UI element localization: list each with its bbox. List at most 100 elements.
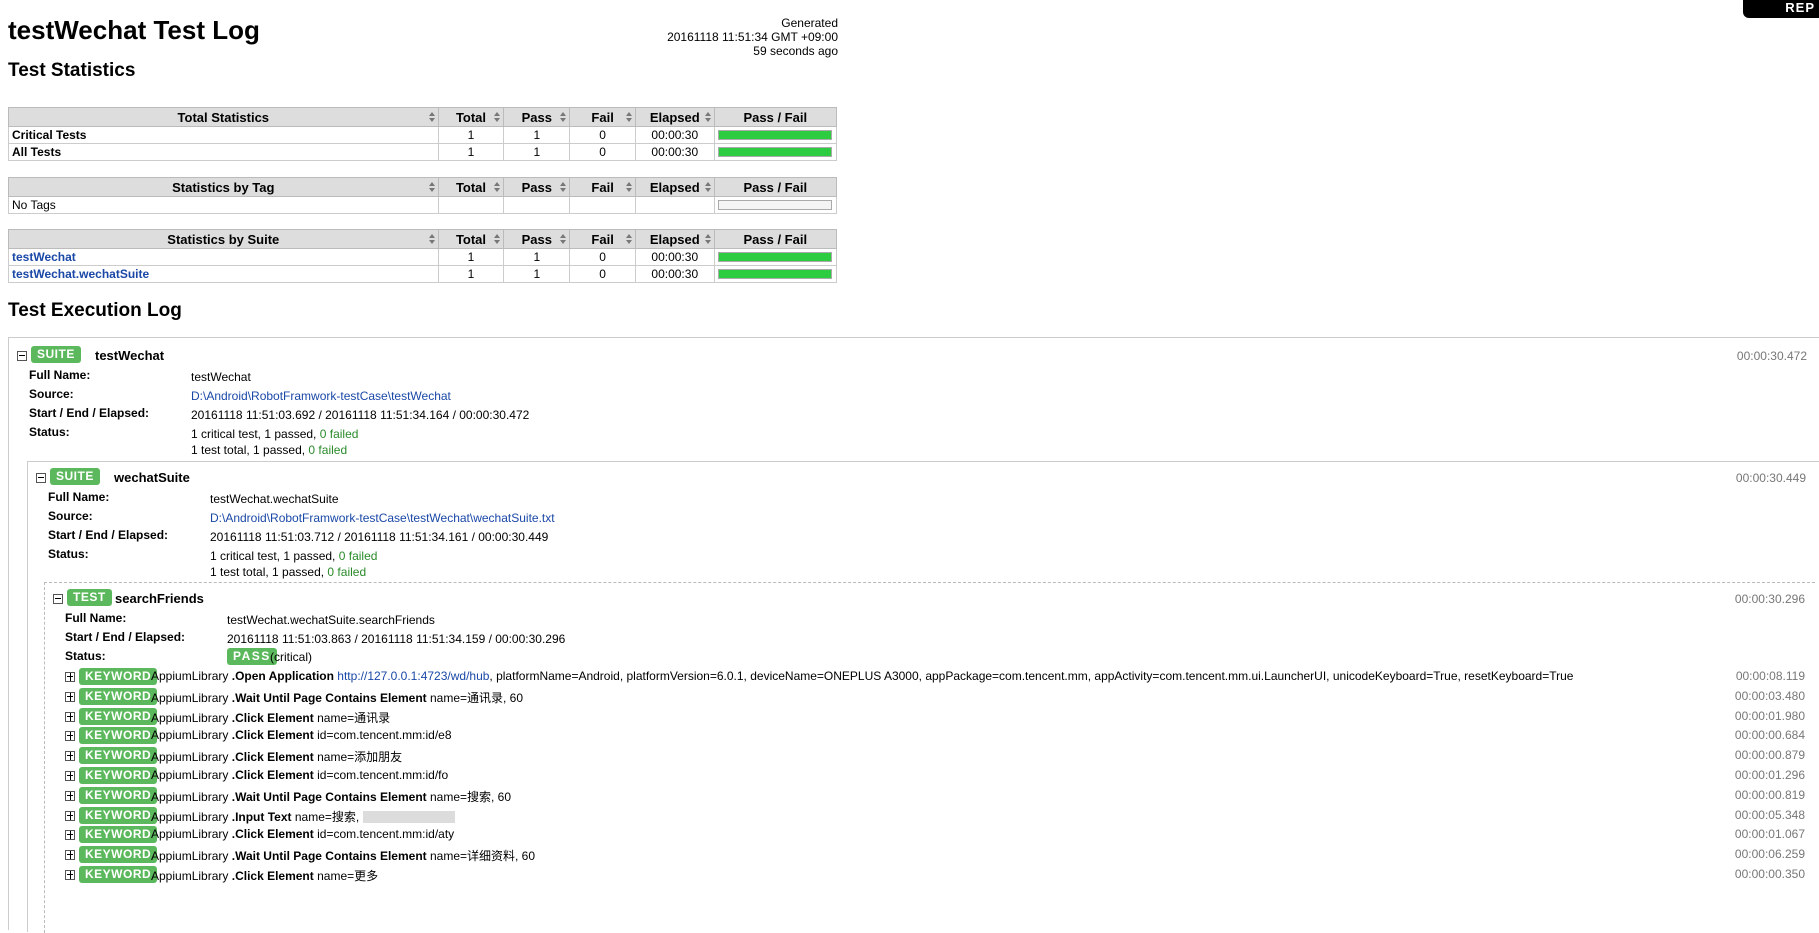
- meta-key-status: Status:: [65, 649, 106, 663]
- suite-source-link[interactable]: D:\Android\RobotFramwork-testCase\testWe…: [210, 511, 555, 525]
- column-header-elapsed[interactable]: Elapsed: [635, 177, 715, 197]
- stats-cell-pass: 1: [503, 265, 571, 283]
- keyword-row[interactable]: KEYWORD AppiumLibrary .Click Element id=c…: [65, 825, 1805, 845]
- expand-icon[interactable]: [65, 870, 75, 880]
- expand-icon[interactable]: [65, 810, 75, 821]
- meta-key-times: Start / End / Elapsed:: [65, 630, 186, 644]
- suite-stat-link[interactable]: testWechat: [12, 250, 76, 264]
- keyword-row[interactable]: KEYWORD AppiumLibrary .Click Element name…: [65, 707, 1805, 727]
- keyword-row[interactable]: KEYWORD AppiumLibrary .Click Element id=c…: [65, 726, 1805, 746]
- pass-fill: [719, 148, 832, 156]
- sort-icon[interactable]: [494, 112, 501, 122]
- keyword-url-link[interactable]: http://127.0.0.1:4723/wd/hub: [337, 669, 489, 683]
- collapse-icon[interactable]: [53, 594, 63, 604]
- keyword-row[interactable]: KEYWORD AppiumLibrary .Wait Until Page Co…: [65, 687, 1805, 707]
- pass-fail-bar: [718, 269, 833, 279]
- stats-cell-elapsed: 00:00:30: [635, 126, 715, 144]
- stats-cell-fail: 0: [569, 248, 637, 266]
- suite-status-critical: 1 critical test, 1 passed, 0 failed: [210, 549, 377, 563]
- keyword-elapsed: 00:00:06.259: [1734, 847, 1805, 862]
- column-header-passfail[interactable]: Pass / Fail: [713, 229, 838, 249]
- expand-icon[interactable]: [65, 731, 75, 742]
- stats-cell-name[interactable]: testWechat.wechatSuite: [8, 265, 439, 283]
- expand-icon[interactable]: [65, 771, 75, 781]
- keyword-text: AppiumLibrary .Wait Until Page Contains …: [151, 849, 536, 864]
- column-header-heading[interactable]: Statistics by Suite: [8, 229, 439, 249]
- expand-icon[interactable]: [65, 691, 75, 702]
- generated-time: 20161118 11:51:34 GMT +09:00: [667, 30, 838, 44]
- sort-icon[interactable]: [626, 234, 633, 244]
- keyword-row[interactable]: KEYWORD AppiumLibrary .Click Element name…: [65, 746, 1805, 766]
- keyword-row[interactable]: KEYWORD AppiumLibrary .Click Element name…: [65, 865, 1805, 885]
- sort-icon[interactable]: [560, 112, 567, 122]
- column-header-total[interactable]: Total: [437, 229, 505, 249]
- test-full-name: testWechat.wechatSuite.searchFriends: [227, 613, 435, 627]
- keyword-name: Click Element: [235, 728, 314, 743]
- suite-elapsed: 00:00:30.472: [1736, 349, 1807, 363]
- column-header-passfail[interactable]: Pass / Fail: [713, 177, 838, 197]
- keyword-name: Open Application: [235, 669, 334, 683]
- column-header-total[interactable]: Total: [437, 107, 505, 127]
- column-header-label: Fail: [591, 231, 614, 247]
- keyword-text: AppiumLibrary .Wait Until Page Contains …: [151, 690, 524, 705]
- column-header-heading[interactable]: Total Statistics: [8, 107, 439, 127]
- report-link[interactable]: REP: [1743, 0, 1819, 18]
- collapse-icon[interactable]: [36, 473, 46, 483]
- expand-icon[interactable]: [65, 711, 75, 722]
- keyword-row[interactable]: KEYWORD AppiumLibrary .Wait Until Page Co…: [65, 845, 1805, 865]
- expand-icon[interactable]: [65, 790, 75, 801]
- statistics-heading: Test Statistics: [8, 60, 136, 81]
- keyword-label: KEYWORD: [79, 767, 158, 784]
- keyword-elapsed: 00:00:08.119: [1735, 669, 1805, 683]
- column-header-pass[interactable]: Pass: [503, 107, 571, 127]
- suite-testwechat-header[interactable]: SUITE testWechat 00:00:30.472: [17, 346, 1807, 366]
- stats-header-row: Total Statistics Total Pass Fail Elapsed Pass…: [8, 107, 838, 127]
- stats-cell-fail: 0: [569, 265, 637, 283]
- sort-icon[interactable]: [704, 182, 711, 192]
- column-header-heading[interactable]: Statistics by Tag: [8, 177, 439, 197]
- keyword-row[interactable]: KEYWORD AppiumLibrary .Input Text name=搜索…: [65, 806, 1805, 826]
- sort-icon[interactable]: [626, 182, 633, 192]
- column-header-label: Elapsed: [649, 231, 700, 247]
- sort-icon[interactable]: [704, 112, 711, 122]
- meta-key-source: Source:: [48, 509, 93, 523]
- column-header-elapsed[interactable]: Elapsed: [635, 229, 715, 249]
- sort-icon[interactable]: [428, 112, 435, 122]
- sort-icon[interactable]: [494, 182, 501, 192]
- column-header-pass[interactable]: Pass: [503, 177, 571, 197]
- expand-icon[interactable]: [65, 672, 75, 682]
- test-header[interactable]: TEST searchFriends 00:00:30.296: [53, 589, 1805, 609]
- pass-fail-bar: [718, 130, 833, 140]
- suite-wechatsuite-header[interactable]: SUITE wechatSuite 00:00:30.449: [36, 468, 1806, 488]
- sort-icon[interactable]: [428, 182, 435, 192]
- collapse-icon[interactable]: [17, 351, 27, 361]
- column-header-pass[interactable]: Pass: [503, 229, 571, 249]
- stats-cell-name[interactable]: testWechat: [8, 248, 439, 266]
- column-header-passfail[interactable]: Pass / Fail: [713, 107, 838, 127]
- sort-icon[interactable]: [494, 234, 501, 244]
- sort-icon[interactable]: [428, 234, 435, 244]
- suite-statistics-table: Statistics by Suite Total Pass Fail Elapsed P…: [8, 229, 838, 283]
- failed-count: 0 failed: [327, 565, 367, 579]
- generated-ago: 59 seconds ago: [753, 44, 838, 58]
- log-header: testWechat Test Log Generated 20161118 1…: [8, 14, 838, 64]
- expand-icon[interactable]: [65, 850, 75, 861]
- sort-icon[interactable]: [560, 182, 567, 192]
- expand-icon[interactable]: [65, 751, 75, 762]
- sort-icon[interactable]: [704, 234, 711, 244]
- suite-source-link[interactable]: D:\Android\RobotFramwork-testCase\testWe…: [191, 389, 451, 403]
- column-header-fail[interactable]: Fail: [569, 229, 637, 249]
- expand-icon[interactable]: [65, 830, 75, 841]
- keyword-row[interactable]: KEYWORD AppiumLibrary .Click Element id=c…: [65, 766, 1805, 786]
- column-header-fail[interactable]: Fail: [569, 107, 637, 127]
- column-header-fail[interactable]: Fail: [569, 177, 637, 197]
- sort-icon[interactable]: [626, 112, 633, 122]
- column-header-total[interactable]: Total: [437, 177, 505, 197]
- meta-key-full-name: Full Name:: [65, 611, 127, 625]
- column-header-elapsed[interactable]: Elapsed: [635, 107, 715, 127]
- stats-cell-total: 1: [437, 265, 505, 283]
- keyword-row[interactable]: KEYWORD AppiumLibrary .Wait Until Page Co…: [65, 786, 1805, 806]
- keyword-row[interactable]: KEYWORD AppiumLibrary .Open Application h…: [65, 667, 1805, 687]
- suite-stat-link[interactable]: testWechat.wechatSuite: [12, 267, 149, 281]
- sort-icon[interactable]: [560, 234, 567, 244]
